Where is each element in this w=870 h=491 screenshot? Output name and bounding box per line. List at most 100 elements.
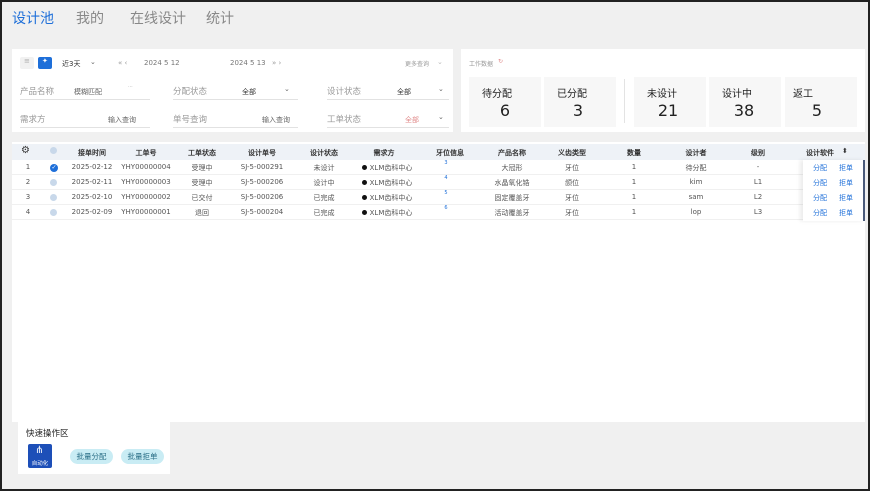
date-end[interactable]: 2024 5 13 bbox=[230, 59, 266, 67]
order-status-select[interactable]: 全部 bbox=[405, 115, 419, 125]
reject-link[interactable]: 拒单 bbox=[839, 193, 853, 203]
design-status-select[interactable]: 全部 bbox=[397, 87, 411, 97]
reject-link[interactable]: 拒单 bbox=[839, 208, 853, 218]
double-left-icon[interactable]: « ‹ bbox=[118, 59, 127, 67]
tab-design-pool[interactable]: 设计池 bbox=[12, 8, 54, 28]
quick-title: 快速操作区 bbox=[26, 429, 69, 439]
col-header: 需求方 bbox=[373, 149, 395, 157]
col-header: 牙位信息 bbox=[436, 149, 464, 157]
assign-link[interactable]: 分配 bbox=[813, 193, 827, 203]
refresh-icon[interactable]: ↻ bbox=[498, 58, 503, 65]
cell-demander: XLM齿科中心 bbox=[369, 209, 413, 217]
tab-statistics[interactable]: 统计 bbox=[206, 8, 234, 28]
double-right-icon[interactable]: » › bbox=[272, 59, 281, 67]
batch-reject-button[interactable]: 批量拒单 bbox=[121, 449, 164, 464]
date-start[interactable]: 2024 5 12 bbox=[144, 59, 180, 67]
col-header: 设计软件 bbox=[806, 149, 834, 157]
order-query-label: 单号查询 bbox=[173, 115, 208, 125]
cell-type: 颌位 bbox=[565, 179, 579, 187]
demander-dot-icon bbox=[362, 210, 367, 215]
grid-view-button[interactable]: ≡ bbox=[20, 57, 34, 69]
stat-label: 设计中 bbox=[722, 89, 752, 100]
cell-type: 牙位 bbox=[565, 194, 579, 202]
row-checkbox[interactable]: ✓ bbox=[50, 164, 58, 172]
cell-order: YHY00000002 bbox=[121, 193, 171, 201]
col-header: 级别 bbox=[751, 149, 765, 157]
automation-label: 自动化 bbox=[31, 461, 49, 467]
row-checkbox[interactable] bbox=[50, 194, 57, 201]
cell-design-no: SJ-5-000206 bbox=[240, 193, 284, 201]
batch-assign-button[interactable]: 批量分配 bbox=[70, 449, 113, 464]
row-index: 4 bbox=[25, 208, 31, 216]
col-header: 设计状态 bbox=[310, 149, 338, 157]
table-row[interactable]: 2 2025-02-11 YHY00000003 受理中 SJ-5-000206… bbox=[12, 175, 865, 190]
cell-type: 牙位 bbox=[565, 209, 579, 217]
cell-order: YHY00000003 bbox=[121, 178, 171, 186]
demander-underline bbox=[20, 127, 150, 128]
col-header: 数量 bbox=[627, 149, 641, 157]
assign-link[interactable]: 分配 bbox=[813, 208, 827, 218]
stat-card-pending[interactable]: 待分配 6 bbox=[469, 77, 541, 127]
col-header: 工单号 bbox=[135, 149, 157, 157]
col-header: 工单状态 bbox=[188, 149, 216, 157]
reject-link[interactable]: 拒单 bbox=[839, 178, 853, 188]
demander-dot-icon bbox=[362, 165, 367, 170]
top-nav: 设计池 我的 在线设计 统计 bbox=[2, 2, 868, 40]
list-view-button[interactable]: ✦ bbox=[38, 57, 52, 69]
stat-value: 5 bbox=[811, 101, 823, 120]
more-query-link[interactable]: 更多查询 bbox=[405, 59, 429, 68]
demander-input[interactable]: 输入查询 bbox=[108, 115, 136, 125]
stat-card-designing[interactable]: 设计中 38 bbox=[709, 77, 781, 127]
assign-link[interactable]: 分配 bbox=[813, 163, 827, 173]
tab-mine[interactable]: 我的 bbox=[76, 8, 104, 28]
table-row[interactable]: 1 ✓ 2025-02-12 YHY00000004 受理中 SJ-5-0002… bbox=[12, 160, 865, 175]
cell-level: - bbox=[756, 163, 760, 171]
range-select[interactable]: 近3天 bbox=[62, 59, 80, 69]
stat-label: 返工 bbox=[793, 89, 813, 100]
cell-tooth: 3 bbox=[444, 160, 448, 166]
chevron-down-icon: ⌄ bbox=[438, 85, 444, 93]
cell-level: L3 bbox=[753, 208, 763, 216]
stat-label: 已分配 bbox=[557, 89, 587, 100]
settings-icon[interactable]: ⚙ bbox=[21, 145, 30, 156]
cell-designer: 待分配 bbox=[685, 164, 707, 172]
row-checkbox[interactable] bbox=[50, 209, 57, 216]
stat-card-rework[interactable]: 返工 5 bbox=[785, 77, 857, 127]
stat-value: 21 bbox=[657, 101, 679, 120]
sort-icon[interactable]: ⬍ bbox=[842, 147, 848, 155]
stat-card-undesigned[interactable]: 未设计 21 bbox=[634, 77, 706, 127]
cell-designer: sam bbox=[688, 193, 704, 201]
row-index: 3 bbox=[25, 193, 31, 201]
table-row[interactable]: 4 2025-02-09 YHY00000001 退回 SJ-5-000204 … bbox=[12, 205, 865, 220]
order-table: ⚙ 接单时间 工单号 工单状态 设计单号 设计状态 需求方 牙位信息 产品名称 … bbox=[12, 142, 865, 422]
cell-demander: XLM齿科中心 bbox=[369, 194, 413, 202]
select-all-checkbox[interactable] bbox=[50, 147, 57, 154]
chevron-down-icon: ⌄ bbox=[438, 113, 444, 121]
cell-order-status: 受理中 bbox=[191, 179, 213, 187]
cell-qty: 1 bbox=[631, 208, 637, 216]
cell-type: 牙位 bbox=[565, 164, 579, 172]
cell-time: 2025-02-10 bbox=[71, 193, 113, 201]
product-label: 产品名称 bbox=[20, 87, 55, 97]
order-query-input[interactable]: 输入查询 bbox=[262, 115, 290, 125]
cell-time: 2025-02-12 bbox=[71, 163, 113, 171]
tab-online-design[interactable]: 在线设计 bbox=[130, 8, 186, 28]
demander-label: 需求方 bbox=[20, 115, 46, 125]
reject-link[interactable]: 拒单 bbox=[839, 163, 853, 173]
stat-value: 3 bbox=[572, 101, 584, 120]
automation-button[interactable]: ⋔ 自动化 bbox=[28, 444, 52, 468]
stat-label: 待分配 bbox=[482, 89, 512, 100]
table-row[interactable]: 3 2025-02-10 YHY00000002 已交付 SJ-5-000206… bbox=[12, 190, 865, 205]
cell-design-no: SJ-5-000206 bbox=[240, 178, 284, 186]
col-header: 设计单号 bbox=[248, 149, 276, 157]
row-checkbox[interactable] bbox=[50, 179, 57, 186]
assign-status-select[interactable]: 全部 bbox=[242, 87, 256, 97]
product-input[interactable]: 模糊匹配 bbox=[74, 87, 102, 97]
col-header: 产品名称 bbox=[498, 149, 526, 157]
stat-card-assigned[interactable]: 已分配 3 bbox=[544, 77, 616, 127]
cell-designer: kim bbox=[689, 178, 703, 186]
assign-link[interactable]: 分配 bbox=[813, 178, 827, 188]
cell-qty: 1 bbox=[631, 178, 637, 186]
demander-dot-icon bbox=[362, 195, 367, 200]
quick-actions-panel: 快速操作区 ⋔ 自动化 批量分配 批量拒单 bbox=[18, 422, 170, 474]
